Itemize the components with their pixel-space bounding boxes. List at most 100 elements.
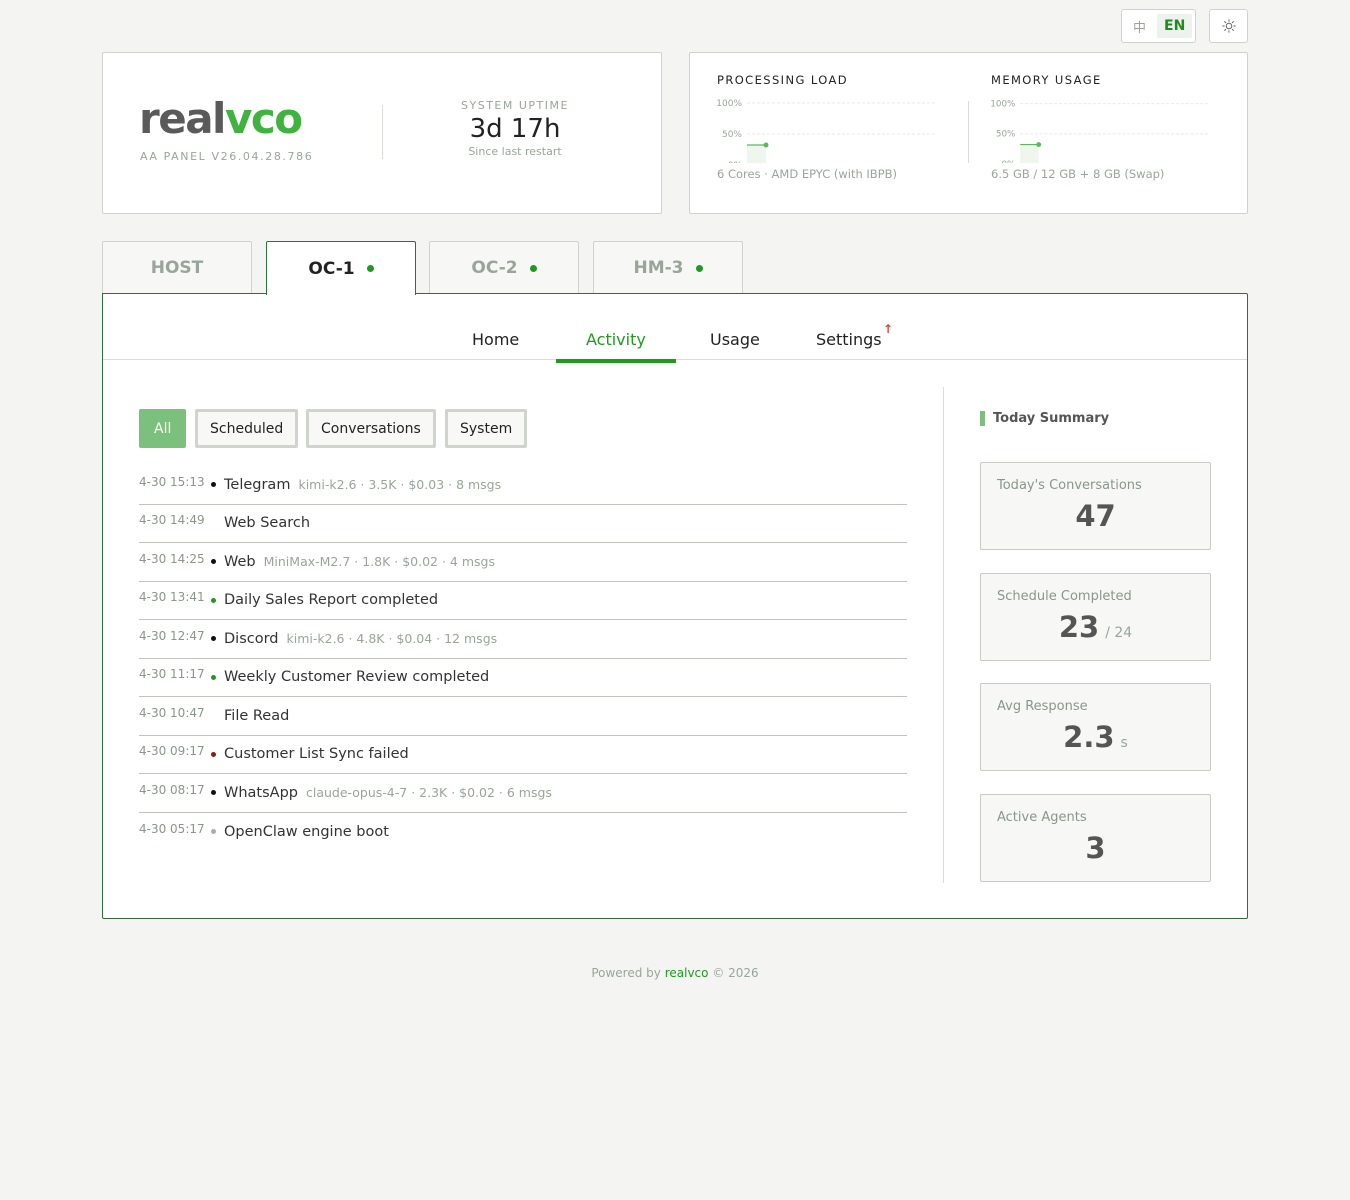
- stat-number: 23: [1058, 610, 1100, 644]
- uptime-label: SYSTEM UPTIME: [461, 99, 569, 112]
- server-tab-oc-2[interactable]: OC-2: [429, 241, 579, 294]
- activity-meta: kimi-k2.6 · 4.8K · $0.04 · 12 msgs: [286, 631, 498, 647]
- stat-number: 2.3: [1063, 720, 1115, 754]
- stat-number: 47: [1075, 499, 1116, 533]
- processing-load-chart: 100% 50% 0%: [716, 99, 935, 171]
- status-dot: [211, 597, 216, 603]
- logo: realvco: [139, 98, 303, 140]
- status-dot: [211, 482, 216, 488]
- filter-all[interactable]: All: [139, 409, 187, 448]
- tick-100: 100%: [991, 100, 1015, 110]
- stat-label: Avg Response: [997, 699, 1088, 714]
- activity-list: 4-30 15:13 Telegram kimi-k2.6 · 3.5K · $0.…: [139, 466, 907, 851]
- status-dot: [211, 674, 216, 680]
- activity-time: 4-30 08:17: [139, 782, 205, 797]
- filter-scheduled[interactable]: Scheduled: [195, 409, 299, 448]
- tick-0: 0%: [728, 161, 743, 163]
- stat-value: 2.3 s: [981, 720, 1210, 754]
- sun-icon: [1221, 19, 1236, 33]
- activity-time: 4-30 09:17: [139, 744, 205, 759]
- processing-load-title: PROCESSING LOAD: [717, 73, 849, 87]
- activity-title: File Read: [224, 707, 290, 724]
- stat-unit: s: [1120, 735, 1128, 751]
- logo-text-real: real: [139, 94, 226, 143]
- update-arrow-icon: ↑: [883, 322, 894, 336]
- activity-time: 4-30 14:49: [139, 513, 205, 528]
- stat-label: Active Agents: [997, 810, 1087, 825]
- usage-point: [763, 142, 769, 148]
- footer: Powered by realvco © 2026: [0, 966, 1350, 980]
- activity-row[interactable]: 4-30 14:25 Web MiniMax-M2.7 · 1.8K · $0.02…: [139, 543, 907, 582]
- server-tab-oc-1[interactable]: OC-1: [266, 241, 416, 295]
- usage-area: [747, 145, 766, 165]
- activity-row[interactable]: 4-30 13:41 Daily Sales Report completed: [139, 582, 907, 620]
- activity-row[interactable]: 4-30 09:17 Customer List Sync failed: [139, 736, 907, 774]
- nav-activity[interactable]: Activity: [586, 330, 646, 349]
- tick-50: 50%: [722, 130, 742, 140]
- activity-time: 4-30 10:47: [139, 705, 205, 720]
- stat-value: 23 / 24: [981, 610, 1210, 644]
- stat-value: 47: [981, 499, 1210, 533]
- summary-heading: Today Summary: [980, 411, 1109, 426]
- stat-schedule-completed: Schedule Completed 23 / 24: [980, 573, 1211, 661]
- online-status-dot: [366, 265, 374, 272]
- status-dot: [211, 751, 216, 757]
- server-tab-hm-3[interactable]: HM-3: [593, 241, 743, 294]
- server-tab-host[interactable]: HOST: [102, 241, 252, 294]
- lang-en-option[interactable]: EN: [1157, 14, 1193, 38]
- activity-title: Web: [224, 553, 256, 570]
- activity-row[interactable]: 4-30 12:47 Discord kimi-k2.6 · 4.8K · $0.0…: [139, 620, 907, 659]
- activity-meta: kimi-k2.6 · 3.5K · $0.03 · 8 msgs: [298, 477, 502, 493]
- activity-title: Weekly Customer Review completed: [224, 669, 490, 686]
- status-dot: [211, 790, 216, 796]
- stat-number: 3: [1085, 831, 1106, 865]
- divider: [943, 387, 944, 883]
- section-nav: Home Activity Usage Settings ↑: [103, 294, 1247, 360]
- activity-row[interactable]: 4-30 14:49 Web Search: [139, 505, 907, 543]
- activity-title: OpenClaw engine boot: [224, 823, 389, 840]
- activity-row[interactable]: 4-30 08:17 WhatsApp claude-opus-4-7 · 2.3K…: [139, 774, 907, 813]
- logo-text-vco: vco: [224, 94, 303, 143]
- theme-toggle-button[interactable]: [1209, 9, 1248, 43]
- tick-50: 50%: [996, 130, 1015, 140]
- panel-version: AA PANEL V26.04.28.786: [140, 150, 314, 163]
- stat-value: 3: [981, 831, 1210, 865]
- activity-time: 4-30 15:13: [139, 474, 205, 489]
- footer-brand-link[interactable]: realvco: [665, 966, 709, 980]
- processing-load-details: 6 Cores · AMD EPYC (with IBPB): [717, 167, 898, 181]
- processing-load-metric: PROCESSING LOAD 100% 50% 0% 6 Cores · AM…: [716, 73, 947, 181]
- nav-settings[interactable]: Settings: [816, 330, 882, 349]
- filter-system[interactable]: System: [445, 409, 528, 448]
- brand-card: realvco AA PANEL V26.04.28.786 SYSTEM UP…: [102, 52, 662, 214]
- activity-row[interactable]: 4-30 10:47 File Read: [139, 697, 907, 736]
- filter-conversations[interactable]: Conversations: [306, 409, 436, 448]
- memory-usage-details: 6.5 GB / 12 GB + 8 GB (Swap): [991, 167, 1165, 181]
- activity-title: Discord: [224, 630, 279, 647]
- nav-home[interactable]: Home: [472, 330, 519, 349]
- online-status-dot: [695, 264, 703, 272]
- activity-title: WhatsApp: [224, 784, 298, 801]
- status-dot: [211, 521, 216, 526]
- status-dot: [211, 559, 216, 565]
- activity-title: Telegram: [224, 476, 291, 493]
- server-tab-label: OC-1: [308, 258, 355, 279]
- usage-point: [1036, 142, 1042, 147]
- memory-usage-title: MEMORY USAGE: [991, 73, 1102, 87]
- activity-time: 4-30 13:41: [139, 590, 205, 605]
- memory-usage-metric: MEMORY USAGE 100% 50% 0% 6.5 GB / 12 GB …: [990, 73, 1221, 181]
- main-panel: Home Activity Usage Settings ↑ All Sched…: [102, 293, 1248, 919]
- footer-prefix: Powered by: [591, 966, 661, 980]
- nav-usage[interactable]: Usage: [710, 330, 760, 349]
- online-status-dot: [529, 264, 537, 272]
- activity-row[interactable]: 4-30 15:13 Telegram kimi-k2.6 · 3.5K · $0.…: [139, 466, 907, 505]
- activity-time: 4-30 11:17: [139, 667, 205, 682]
- language-switch: 中 EN: [1121, 9, 1196, 43]
- activity-meta: MiniMax-M2.7 · 1.8K · $0.02 · 4 msgs: [263, 554, 495, 570]
- footer-copyright: © 2026: [712, 966, 759, 980]
- activity-row[interactable]: 4-30 05:17 OpenClaw engine boot: [139, 813, 907, 852]
- stat-total: / 24: [1105, 625, 1133, 641]
- lang-zh-option[interactable]: 中: [1126, 14, 1153, 38]
- activity-meta: claude-opus-4-7 · 2.3K · $0.02 · 6 msgs: [305, 785, 552, 801]
- status-dot: [211, 713, 216, 718]
- activity-row[interactable]: 4-30 11:17 Weekly Customer Review complet…: [139, 659, 907, 697]
